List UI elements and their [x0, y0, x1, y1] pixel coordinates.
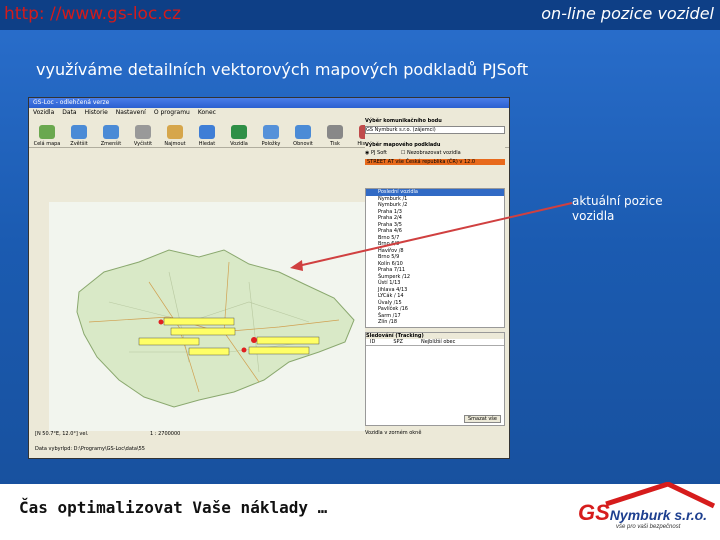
radio-pjsoft[interactable]: ◉ PJ Soft: [365, 150, 387, 156]
app-title-bar: GS-Loc - odlehčená verze: [29, 98, 509, 108]
company-header: Výběr komunikačního bodu: [365, 118, 442, 124]
toolbar-button[interactable]: Vozidla: [225, 125, 253, 147]
map-icon: [39, 125, 55, 139]
map-status-bar: [N 50.7°E, 12.0°] vel. 1 : 2700000: [35, 431, 371, 441]
clear-all-button[interactable]: Smazat vše: [464, 415, 501, 423]
toolbar-button-label: Tisk: [330, 141, 340, 147]
toolbar-button[interactable]: Zmenšit: [97, 125, 125, 147]
header-bar: http: //www.gs-loc.cz on-line pozice voz…: [0, 0, 720, 30]
coords-readout: [N 50.7°E, 12.0°] vel.: [35, 431, 89, 437]
radio-pjsoft-label: PJ Soft: [370, 150, 387, 156]
map-svg: [76, 249, 355, 408]
app-window: GS-Loc - odlehčená verze Vozidla Data Hist…: [28, 97, 510, 459]
vehicle-marker[interactable]: [158, 319, 164, 325]
logo-slogan: vše pro vaši bezpečnost: [616, 524, 681, 530]
toolbar-button-label: Vyčistit: [133, 141, 153, 147]
toolbar-button-label: Obnovit: [293, 141, 313, 147]
menu-item[interactable]: Data: [62, 108, 76, 117]
toolbar-button-label: Najmout: [164, 141, 186, 147]
view-panel: Vozidla v zorném okně: [365, 430, 505, 454]
toolbar-button[interactable]: Celá mapa: [33, 125, 61, 147]
radio-no-vehicles[interactable]: ☐ Nezobrazovat vozidla: [401, 150, 461, 156]
toolbar-button[interactable]: Hledat: [193, 125, 221, 147]
vehicle-label[interactable]: [248, 346, 310, 355]
right-panel: Výběr komunikačního bodu GS Nymburk s.r.…: [365, 118, 505, 456]
slide-background: http: //www.gs-loc.cz on-line pozice voz…: [0, 0, 720, 540]
header-title: on-line pozice vozidel: [541, 4, 714, 23]
toolbar-button[interactable]: Zvětšit: [65, 125, 93, 147]
vehicle-label[interactable]: [138, 337, 200, 346]
vehicle-label[interactable]: [163, 317, 235, 326]
column-header[interactable]: SPZ: [393, 339, 403, 345]
globe-icon: [231, 125, 247, 139]
menu-item[interactable]: Historie: [85, 108, 108, 117]
vehicle-marker[interactable]: [241, 347, 247, 353]
map-combo[interactable]: STREET AT vše Česká republika (ČR) v 12.…: [365, 159, 505, 165]
vehicle-rows: Nymburk /1 Nymburk /2 Praha 1/3 Praha 2/4 Pr…: [366, 196, 504, 326]
toolbar-button[interactable]: Tisk: [321, 125, 349, 147]
toolbar-button-label: Položky: [261, 141, 281, 147]
toolbar-button-label: Celá mapa: [33, 141, 61, 147]
callout-text: aktuální pozice vozidla: [572, 194, 663, 224]
toolbar-button[interactable]: Najmout: [161, 125, 189, 147]
vehicle-label[interactable]: [188, 347, 230, 356]
toolbar-button-label: Vozidla: [230, 141, 248, 147]
zoom-in-icon: [71, 125, 87, 139]
callout-line-2: vozidla: [572, 209, 615, 223]
map-layer-header: Výběr mapového podkladu: [365, 142, 441, 148]
tracking-columns: ID SPZ Nejbližší obec: [366, 339, 504, 346]
tracking-panel: Sledování (Tracking) ID SPZ Nejbližší obec…: [365, 332, 505, 426]
toolbar-button[interactable]: Vyčistit: [129, 125, 157, 147]
toolbar-button[interactable]: Položky: [257, 125, 285, 147]
list-item[interactable]: Zlín /18: [366, 319, 504, 326]
vehicle-list[interactable]: Poslední vozidla Nymburk /1 Nymburk /2 Pra…: [365, 188, 505, 328]
vehicle-label[interactable]: [170, 327, 236, 336]
settings-icon: [263, 125, 279, 139]
toolbar-button-label: Hledat: [198, 141, 216, 147]
company-select[interactable]: GS Nymburk s.r.o. (zájemci): [365, 126, 505, 134]
company-logo: GSNymburk s.r.o. vše pro vaši bezpečnost: [578, 482, 716, 530]
app-menu-bar: Vozidla Data Historie Nastavení O programu Ko…: [29, 108, 509, 117]
toolbar-button-label: Zmenšit: [100, 141, 122, 147]
column-header[interactable]: ID: [370, 339, 375, 345]
toolbar-button[interactable]: Obnovit: [289, 125, 317, 147]
footer-slogan: Čas optimalizovat Vaše náklady …: [19, 498, 328, 517]
toolbar-button-label: Zvětšit: [70, 141, 88, 147]
column-header[interactable]: Nejbližší obec: [421, 339, 455, 345]
view-header: Vozidla v zorném okně: [365, 430, 422, 436]
menu-item[interactable]: O programu: [154, 108, 190, 117]
vehicle-label[interactable]: [256, 336, 320, 345]
zoom-out-icon: [103, 125, 119, 139]
logo-roof-icon: [605, 482, 716, 509]
radio-no-vehicles-label: Nezobrazovat vozidla: [406, 150, 461, 156]
hand-icon: [167, 125, 183, 139]
callout-line-1: aktuální pozice: [572, 194, 663, 208]
clear-icon: [135, 125, 151, 139]
map-view[interactable]: [49, 202, 369, 434]
menu-item[interactable]: Vozidla: [33, 108, 54, 117]
refresh-icon: [295, 125, 311, 139]
vehicle-marker[interactable]: [251, 337, 257, 343]
print-icon: [327, 125, 343, 139]
scale-readout: 1 : 2700000: [150, 431, 181, 437]
map-layer-group: Výběr mapového podkladu ◉ PJ Soft ☐ Nezo…: [365, 142, 505, 178]
search-icon: [199, 125, 215, 139]
menu-item[interactable]: Konec: [198, 108, 216, 117]
header-url[interactable]: http: //www.gs-loc.cz: [4, 4, 181, 24]
menu-item[interactable]: Nastavení: [116, 108, 146, 117]
slide-subtitle: využíváme detailních vektorových mapovýc…: [36, 60, 529, 79]
status-line: Data vybyrlpd: D:\Programy\GS-Loc\data\5…: [35, 446, 145, 452]
company-group: Výběr komunikačního bodu GS Nymburk s.r.…: [365, 118, 505, 136]
